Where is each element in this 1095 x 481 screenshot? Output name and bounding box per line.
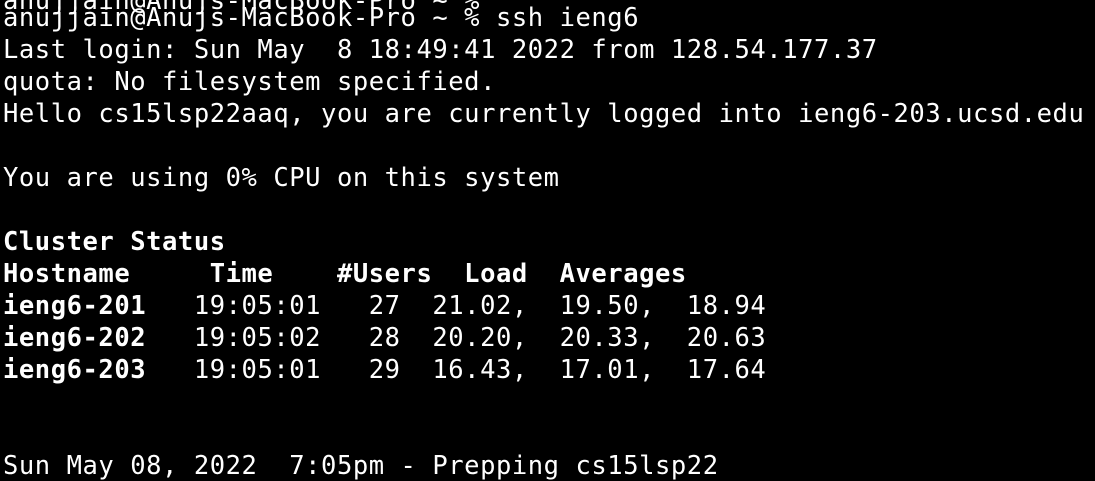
cluster-row: ieng6-203 19:05:01 29 16.43, 17.01, 17.6… <box>3 354 766 386</box>
cluster-table-header: Hostname Time #Users Load Averages <box>3 259 687 289</box>
shell-prompt: anujjain@Anujs-MacBook-Pro ~ % <box>3 3 496 33</box>
cpu-usage-line: You are using 0% CPU on this system <box>3 163 560 193</box>
cluster-row-values: 19:05:02 28 20.20, 20.33, 20.63 <box>146 323 767 353</box>
quota-line: quota: No filesystem specified. <box>3 67 496 97</box>
cluster-row: ieng6-202 19:05:02 28 20.20, 20.33, 20.6… <box>3 322 766 354</box>
cluster-row-hostname: ieng6-201 <box>3 291 147 321</box>
cluster-row-hostname: ieng6-202 <box>3 323 147 353</box>
terminal-window[interactable]: anujjain@Anujs-MacBook-Pro ~ % anujjain@… <box>0 0 1095 481</box>
cluster-row-hostname: ieng6-203 <box>3 355 147 385</box>
footer-status-line: Sun May 08, 2022 7:05pm - Prepping cs15l… <box>3 451 719 481</box>
ssh-command: ssh ieng6 <box>495 3 640 33</box>
last-login-line: Last login: Sun May 8 18:49:41 2022 from… <box>3 35 878 65</box>
cluster-row-values: 19:05:01 29 16.43, 17.01, 17.64 <box>146 355 767 385</box>
command-line: anujjain@Anujs-MacBook-Pro ~ % ssh ieng6 <box>3 2 639 34</box>
cluster-status-title: Cluster Status <box>3 227 226 257</box>
cluster-row: ieng6-201 19:05:01 27 21.02, 19.50, 18.9… <box>3 290 766 322</box>
cluster-row-values: 19:05:01 27 21.02, 19.50, 18.94 <box>146 291 767 321</box>
hello-line: Hello cs15lsp22aaq, you are currently lo… <box>3 99 1085 129</box>
